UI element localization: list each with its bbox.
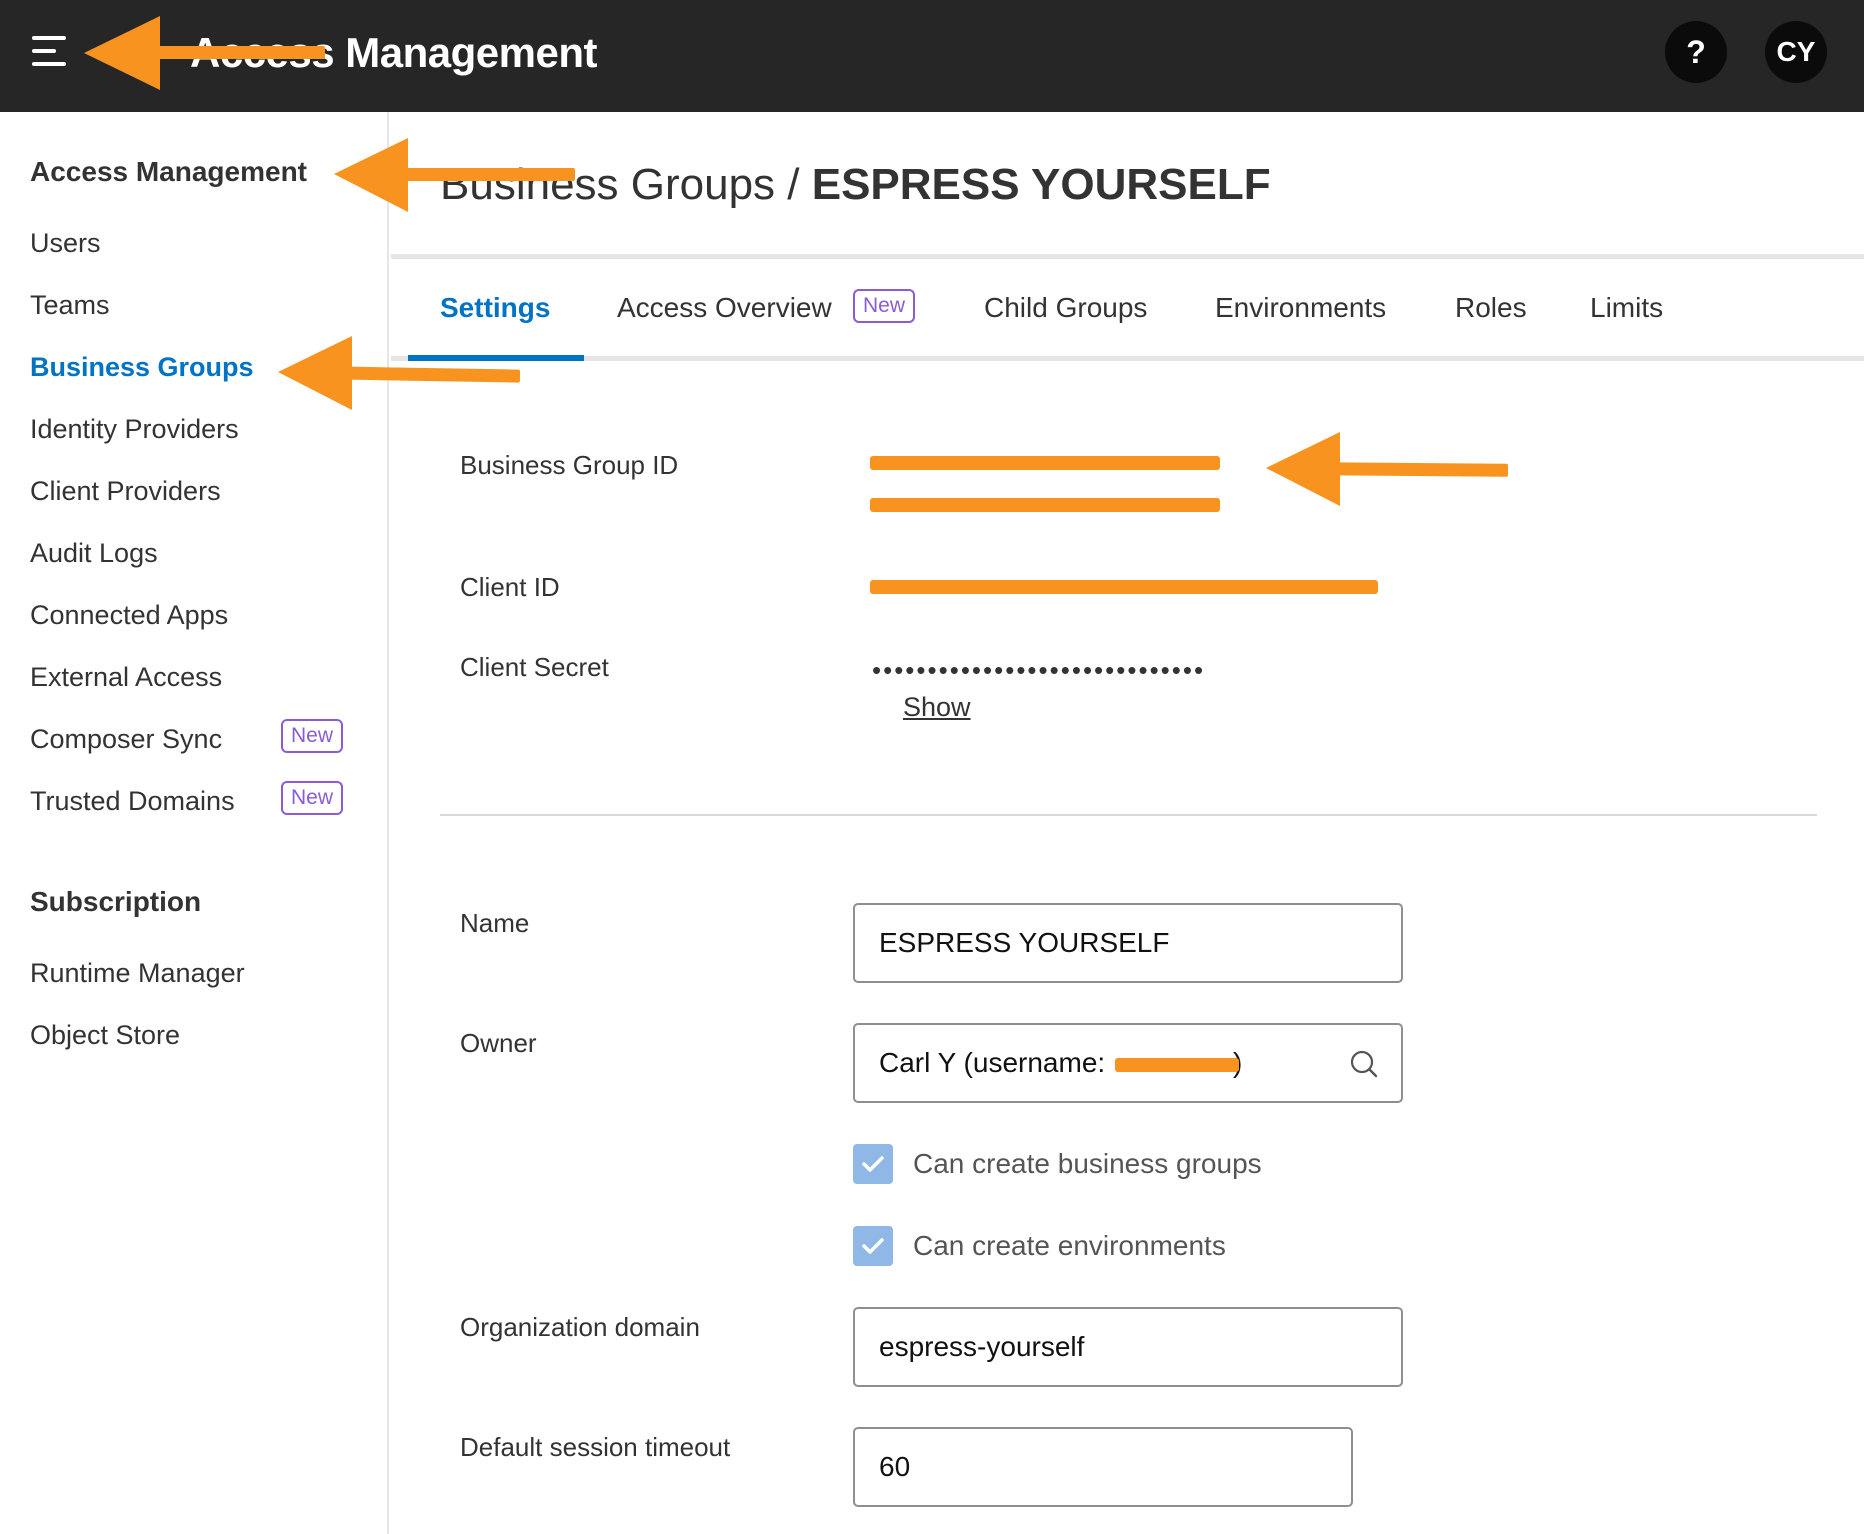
arrow-shaft	[334, 366, 521, 383]
arrow-head	[84, 16, 160, 90]
annotation-arrows	[84, 16, 1509, 506]
arrow-head	[278, 336, 352, 410]
arrow-shaft	[390, 168, 575, 181]
arrow-shaft	[140, 46, 325, 59]
arrow-head	[334, 138, 408, 212]
arrow-shaft	[1319, 462, 1509, 477]
arrow-head	[1266, 432, 1340, 506]
